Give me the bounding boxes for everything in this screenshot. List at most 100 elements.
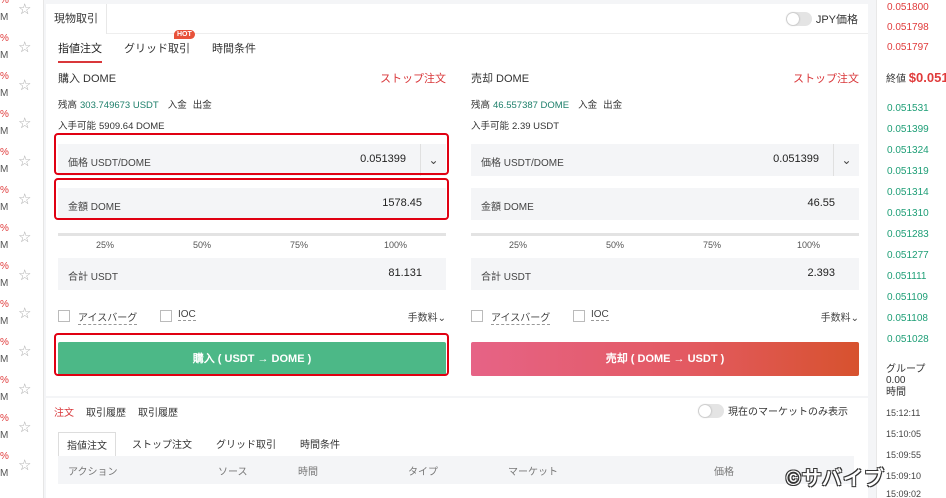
sell-withdraw-link[interactable]: 出金: [603, 100, 622, 111]
bid-price[interactable]: 0.051310: [887, 208, 929, 219]
sell-price-value[interactable]: 0.051399: [773, 153, 819, 165]
sell-percent-25[interactable]: 25%: [509, 240, 527, 250]
ask-price[interactable]: 0.051797: [887, 42, 929, 53]
market-row[interactable]: % M ☆: [0, 30, 43, 68]
subtab-limit-order[interactable]: 指値注文: [58, 432, 116, 458]
market-row[interactable]: % M ☆: [0, 144, 43, 182]
bid-price[interactable]: 0.051111: [887, 271, 926, 282]
bid-price[interactable]: 0.051324: [887, 145, 929, 156]
star-icon[interactable]: ☆: [18, 380, 31, 398]
buy-stop-order-link[interactable]: ストップ注文: [380, 70, 446, 86]
bid-price[interactable]: 0.051531: [887, 103, 929, 114]
market-row[interactable]: % M ☆: [0, 182, 43, 220]
market-row[interactable]: % M ☆: [0, 334, 43, 372]
current-market-only-toggle[interactable]: [698, 403, 724, 418]
sell-ioc-checkbox[interactable]: [573, 310, 585, 322]
star-icon[interactable]: ☆: [18, 456, 31, 474]
star-icon[interactable]: ☆: [18, 266, 31, 284]
sell-percent-75[interactable]: 75%: [703, 240, 721, 250]
sell-stop-order-link[interactable]: ストップ注文: [793, 70, 859, 86]
sell-iceberg-checkbox[interactable]: [471, 310, 483, 322]
buy-iceberg-checkbox[interactable]: [58, 310, 70, 322]
star-icon[interactable]: ☆: [18, 76, 31, 94]
star-icon[interactable]: ☆: [18, 114, 31, 132]
ask-price[interactable]: 0.051798: [887, 22, 929, 33]
sell-total-value[interactable]: 2.393: [807, 267, 835, 279]
bid-price[interactable]: 0.051108: [887, 313, 928, 324]
bid-price[interactable]: 0.051283: [887, 229, 929, 240]
buy-ioc-label: IOC: [178, 309, 196, 321]
star-icon[interactable]: ☆: [18, 190, 31, 208]
star-icon[interactable]: ☆: [18, 152, 31, 170]
buy-deposit-link[interactable]: 入金: [168, 100, 187, 111]
buy-withdraw-link[interactable]: 出金: [193, 100, 212, 111]
chevron-down-icon[interactable]: ⌄: [833, 144, 859, 176]
star-icon[interactable]: ☆: [18, 228, 31, 246]
buy-percent-75[interactable]: 75%: [290, 240, 308, 250]
market-row[interactable]: % M ☆: [0, 296, 43, 334]
jpy-price-toggle-group: JPY価格: [785, 11, 858, 27]
bid-price[interactable]: 0.051399: [887, 124, 929, 135]
col-time: 時間: [298, 467, 318, 478]
trade-time: 15:09:02: [886, 489, 922, 498]
market-list: % M ☆ % M ☆ % M ☆ % M ☆ % M ☆ % M ☆ % M ☆ % M ☆ % M ☆ % M ☆ …: [0, 0, 44, 498]
sell-percent-100[interactable]: 100%: [797, 240, 820, 250]
bid-price[interactable]: 0.051277: [887, 250, 929, 261]
tab-orders[interactable]: 注文: [54, 404, 74, 419]
tab-limit-order[interactable]: 指値注文: [58, 40, 102, 63]
market-row[interactable]: % M ☆: [0, 258, 43, 296]
sell-amount-value[interactable]: 46.55: [807, 197, 835, 209]
order-type-tabs: 指値注文 グリッド取引 HOT 時間条件: [58, 30, 256, 63]
subtab-grid-trading[interactable]: グリッド取引: [208, 432, 284, 458]
col-source: ソース: [218, 467, 248, 478]
market-row[interactable]: % M ☆: [0, 68, 43, 106]
star-icon[interactable]: ☆: [18, 38, 31, 56]
star-icon[interactable]: ☆: [18, 418, 31, 436]
tab-trade-history[interactable]: 取引履歴: [86, 404, 126, 419]
sell-price-field[interactable]: 価格 USDT/DOME 0.051399 ⌄: [471, 144, 859, 176]
star-icon[interactable]: ☆: [18, 304, 31, 322]
subtab-time-condition[interactable]: 時間条件: [292, 432, 348, 458]
buy-percent-50[interactable]: 50%: [193, 240, 211, 250]
buy-total-field[interactable]: 合計 USDT 81.131: [58, 258, 446, 290]
last-price-value: $0.051: [908, 70, 946, 85]
col-action: アクション: [68, 467, 118, 478]
buy-ioc-checkbox[interactable]: [160, 310, 172, 322]
buy-total-value[interactable]: 81.131: [388, 267, 422, 279]
tab-spot-trading[interactable]: 現物取引: [46, 4, 107, 34]
current-market-only-group: 現在のマーケットのみ表示: [698, 403, 848, 418]
tab-grid-trading[interactable]: グリッド取引 HOT: [124, 30, 195, 63]
buy-percent-slider[interactable]: [58, 233, 446, 236]
star-icon[interactable]: ☆: [18, 342, 31, 360]
bid-price[interactable]: 0.051319: [887, 166, 929, 177]
market-row[interactable]: % M ☆: [0, 220, 43, 258]
sell-percent-slider[interactable]: [471, 233, 859, 236]
trade-time: 15:09:10: [886, 471, 922, 481]
buy-percent-100[interactable]: 100%: [384, 240, 407, 250]
col-market: マーケット: [508, 467, 558, 478]
buy-percent-25[interactable]: 25%: [96, 240, 114, 250]
sell-amount-field[interactable]: 金額 DOME 46.55: [471, 188, 859, 220]
market-row[interactable]: % M ☆: [0, 448, 43, 486]
tab-time-condition[interactable]: 時間条件: [212, 40, 256, 63]
sell-deposit-link[interactable]: 入金: [578, 100, 597, 111]
bid-price[interactable]: 0.051109: [887, 292, 928, 303]
sell-percent-50[interactable]: 50%: [606, 240, 624, 250]
market-row[interactable]: % M ☆: [0, 106, 43, 144]
bid-price[interactable]: 0.051028: [887, 334, 929, 345]
ask-price[interactable]: 0.051800: [887, 2, 929, 13]
market-row[interactable]: % M ☆: [0, 0, 43, 30]
market-row[interactable]: % M ☆: [0, 410, 43, 448]
star-icon[interactable]: ☆: [18, 0, 31, 18]
subtab-stop-order[interactable]: ストップ注文: [124, 432, 200, 458]
bid-price[interactable]: 0.051314: [887, 187, 929, 198]
sell-fee-dropdown[interactable]: 手数料⌄: [821, 309, 859, 324]
sell-button[interactable]: 売却 ( DOME → USDT ): [471, 342, 859, 376]
market-row[interactable]: % M ☆: [0, 372, 43, 410]
sell-total-field[interactable]: 合計 USDT 2.393: [471, 258, 859, 290]
jpy-price-toggle[interactable]: [785, 12, 812, 26]
tab-trade-history-2[interactable]: 取引履歴: [138, 404, 178, 419]
buy-fee-dropdown[interactable]: 手数料⌄: [408, 309, 446, 324]
trades-time-header: 時間: [886, 387, 906, 398]
orders-table-header: アクション ソース 時間 タイプ マーケット 価格: [58, 456, 854, 484]
